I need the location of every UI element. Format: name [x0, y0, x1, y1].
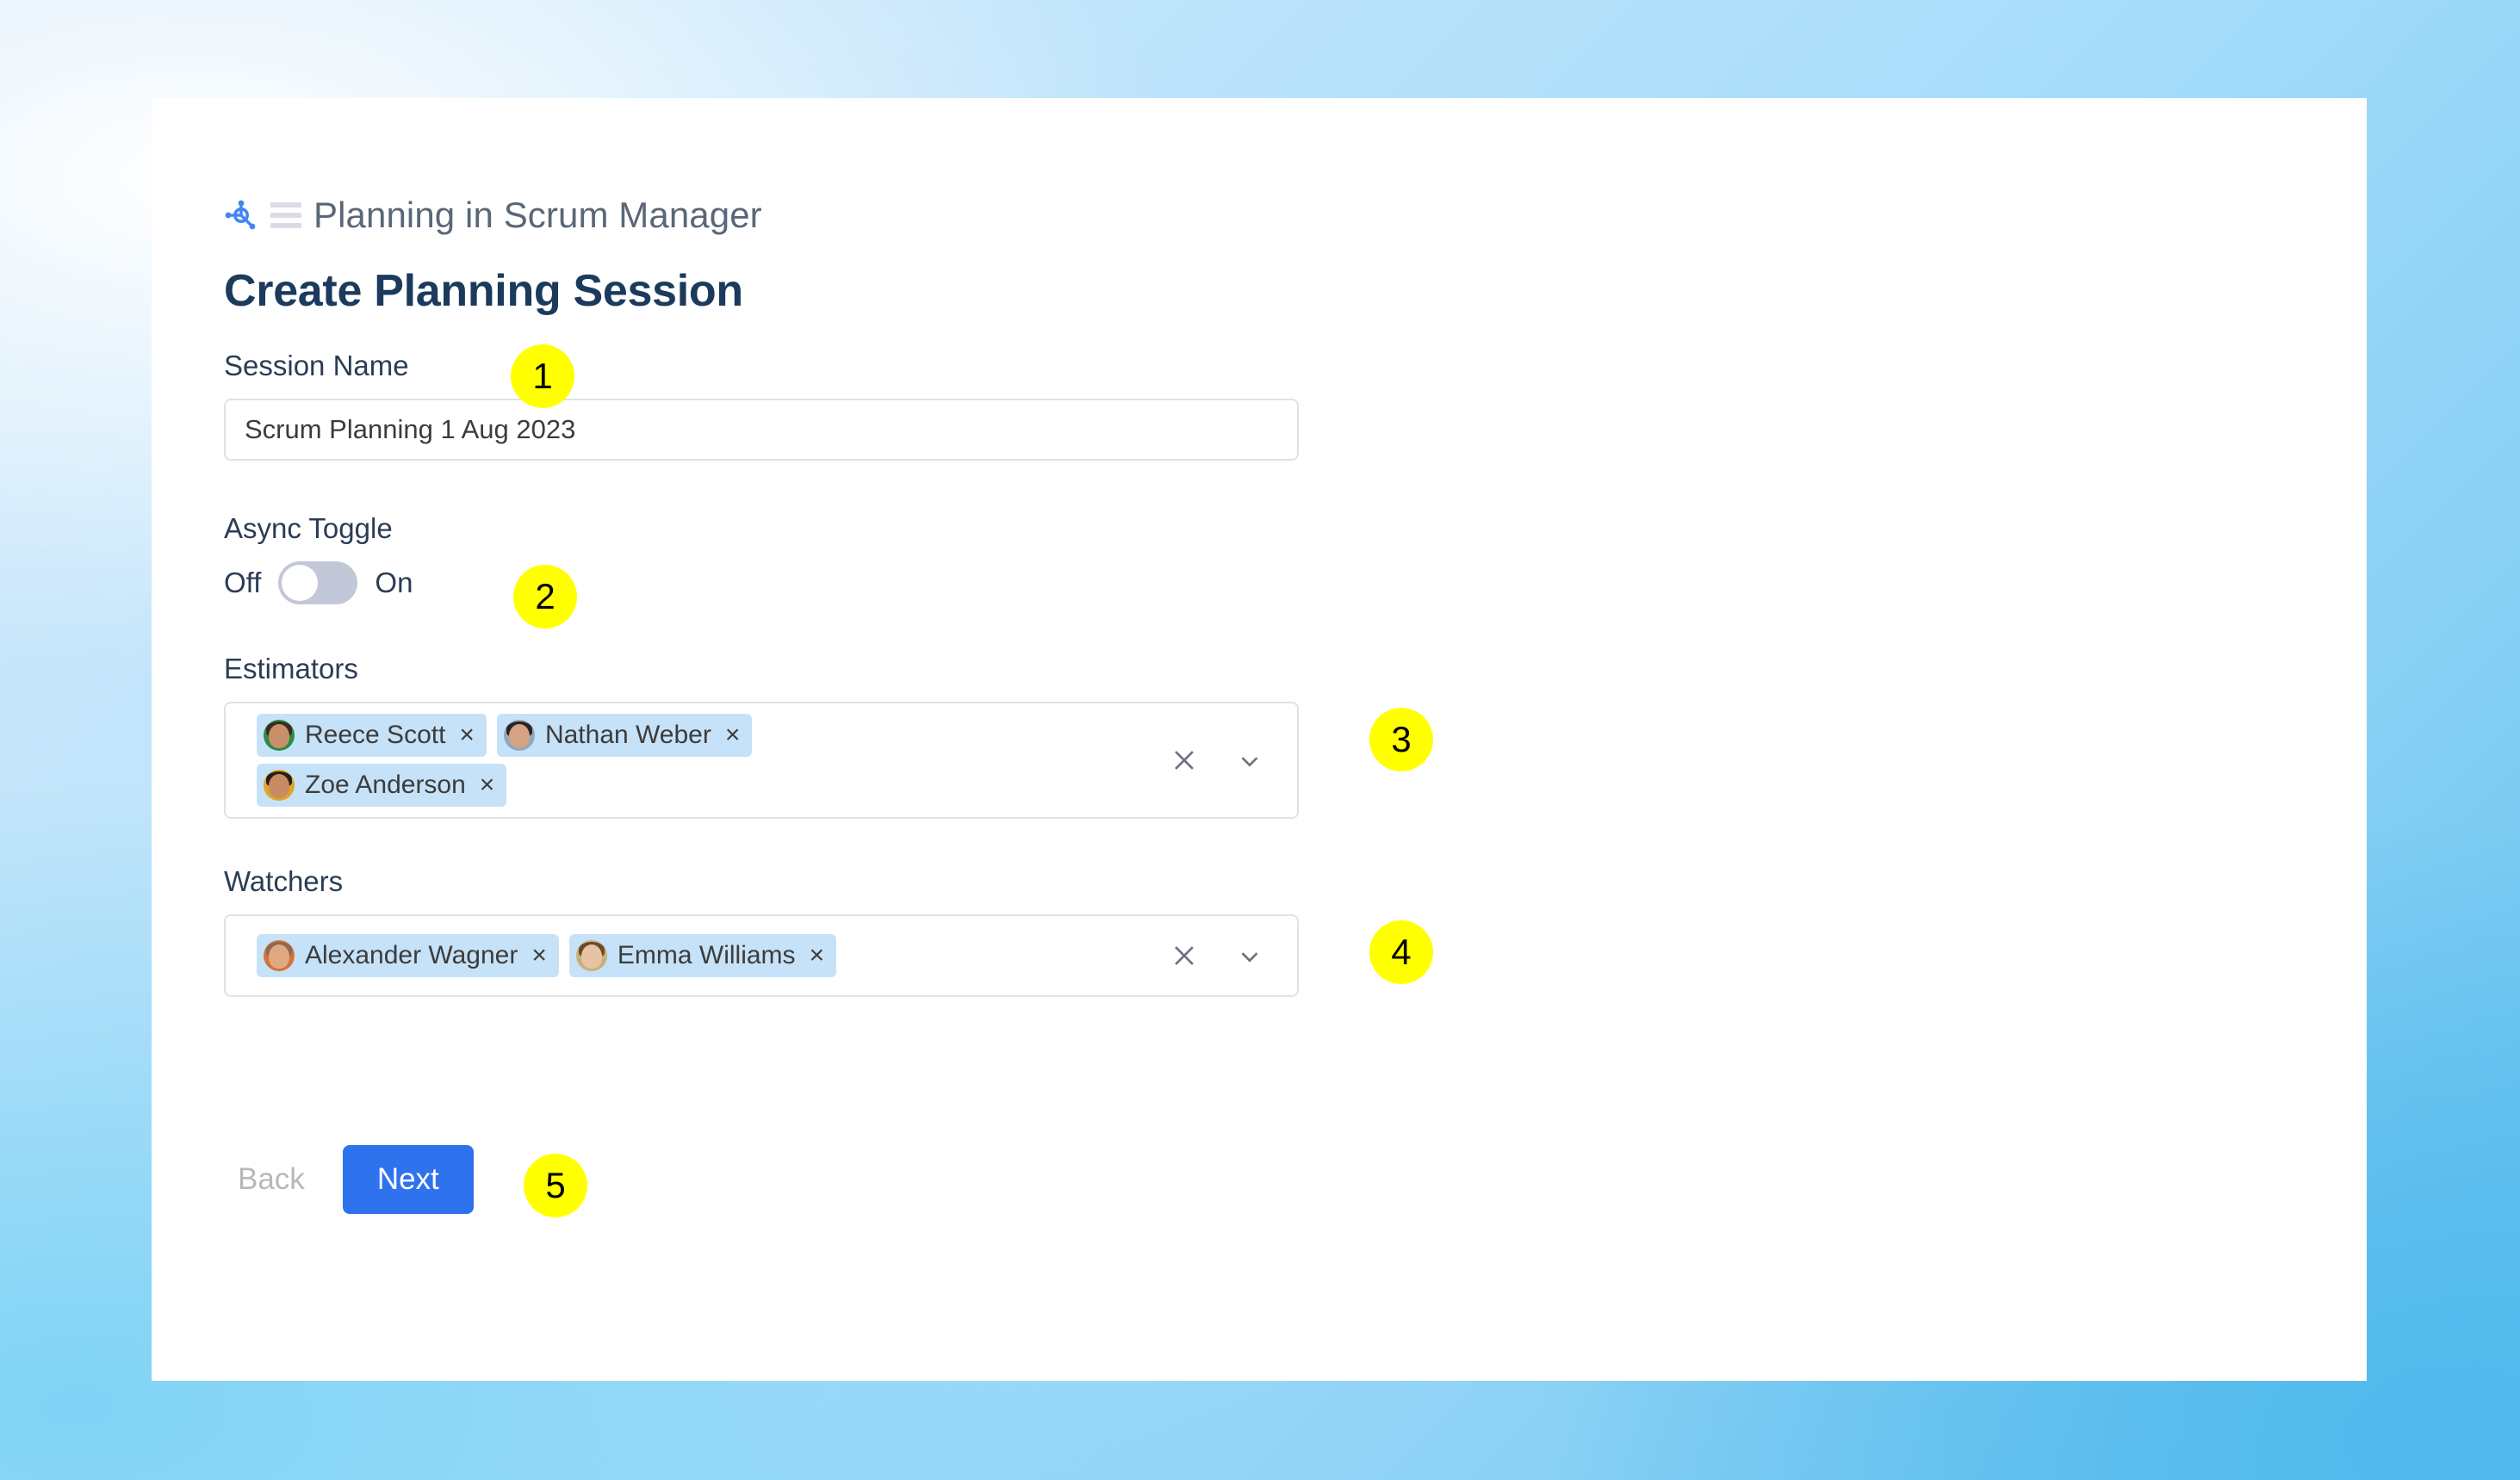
async-toggle-switch[interactable]	[278, 561, 358, 604]
estimator-name: Reece Scott	[305, 721, 446, 749]
async-toggle-label: Async Toggle	[224, 512, 393, 544]
avatar	[503, 720, 535, 751]
watchers-actions	[1170, 916, 1297, 995]
footer-actions: Back Next 5	[224, 1145, 2315, 1217]
async-toggle-label-row: Async Toggle	[224, 514, 2315, 542]
async-toggle-field: Async Toggle Off On 2	[224, 514, 2315, 629]
chevron-down-icon[interactable]	[1235, 941, 1264, 970]
estimators-multiselect[interactable]: Reece Scott × Nathan Weber × Zoe Anderso…	[224, 702, 1299, 819]
next-button[interactable]: Next	[342, 1145, 474, 1214]
estimator-name: Zoe Anderson	[305, 771, 466, 799]
estimators-field: Estimators Reece Scott × Nathan Weber × …	[224, 654, 2315, 819]
estimator-chip[interactable]: Nathan Weber ×	[496, 714, 753, 757]
estimator-chip[interactable]: Reece Scott ×	[257, 714, 487, 757]
remove-chip-icon[interactable]: ×	[459, 722, 475, 748]
step-badge-2: 2	[513, 565, 577, 629]
watcher-chip[interactable]: Alexander Wagner ×	[257, 934, 559, 977]
planning-session-card: Planning in Scrum Manager Create Plannin…	[152, 98, 2367, 1381]
session-name-input[interactable]	[224, 399, 1299, 461]
breadcrumb: Planning in Scrum Manager	[224, 191, 2315, 239]
watcher-name: Emma Williams	[617, 941, 796, 969]
back-button[interactable]: Back	[224, 1152, 319, 1207]
step-badge-1: 1	[511, 344, 574, 408]
breadcrumb-label: Planning in Scrum Manager	[313, 195, 762, 235]
page-title: Create Planning Session	[224, 266, 743, 316]
watchers-label-row: Watchers	[224, 867, 2315, 895]
avatar	[264, 720, 295, 751]
step-badge-4: 4	[1369, 920, 1433, 984]
hamburger-menu-icon[interactable]	[270, 202, 301, 228]
toggle-off-label: Off	[224, 567, 262, 598]
toggle-on-label: On	[375, 567, 413, 598]
remove-chip-icon[interactable]: ×	[810, 943, 825, 969]
watcher-name: Alexander Wagner	[305, 941, 518, 969]
estimators-actions	[1170, 703, 1297, 817]
avatar	[264, 940, 295, 971]
estimators-chip-list: Reece Scott × Nathan Weber × Zoe Anderso…	[226, 703, 1170, 817]
session-name-field: Session Name 1	[224, 344, 2315, 461]
remove-chip-icon[interactable]: ×	[725, 722, 741, 748]
watchers-chip-list: Alexander Wagner × Emma Williams ×	[226, 916, 1170, 995]
card-content: Planning in Scrum Manager Create Plannin…	[224, 191, 2315, 1217]
clear-selection-icon[interactable]	[1170, 941, 1199, 970]
estimator-name: Nathan Weber	[544, 721, 711, 749]
chevron-down-icon[interactable]	[1235, 746, 1264, 775]
estimators-label: Estimators	[224, 653, 358, 684]
watcher-chip[interactable]: Emma Williams ×	[568, 934, 837, 977]
step-badge-5: 5	[524, 1154, 587, 1217]
clear-selection-icon[interactable]	[1170, 746, 1199, 775]
watchers-multiselect[interactable]: Alexander Wagner × Emma Williams ×	[224, 914, 1299, 997]
node-graph-icon	[224, 198, 258, 232]
avatar	[575, 940, 607, 971]
watchers-field: Watchers Alexander Wagner × Emma William…	[224, 867, 2315, 997]
estimator-chip[interactable]: Zoe Anderson ×	[257, 764, 507, 807]
remove-chip-icon[interactable]: ×	[480, 772, 495, 798]
remove-chip-icon[interactable]: ×	[531, 943, 547, 969]
toggle-knob	[282, 565, 319, 601]
watchers-label: Watchers	[224, 865, 344, 897]
estimators-label-row: Estimators	[224, 654, 2315, 683]
session-name-label: Session Name	[224, 350, 409, 381]
avatar	[264, 770, 295, 801]
step-badge-3: 3	[1369, 708, 1433, 771]
